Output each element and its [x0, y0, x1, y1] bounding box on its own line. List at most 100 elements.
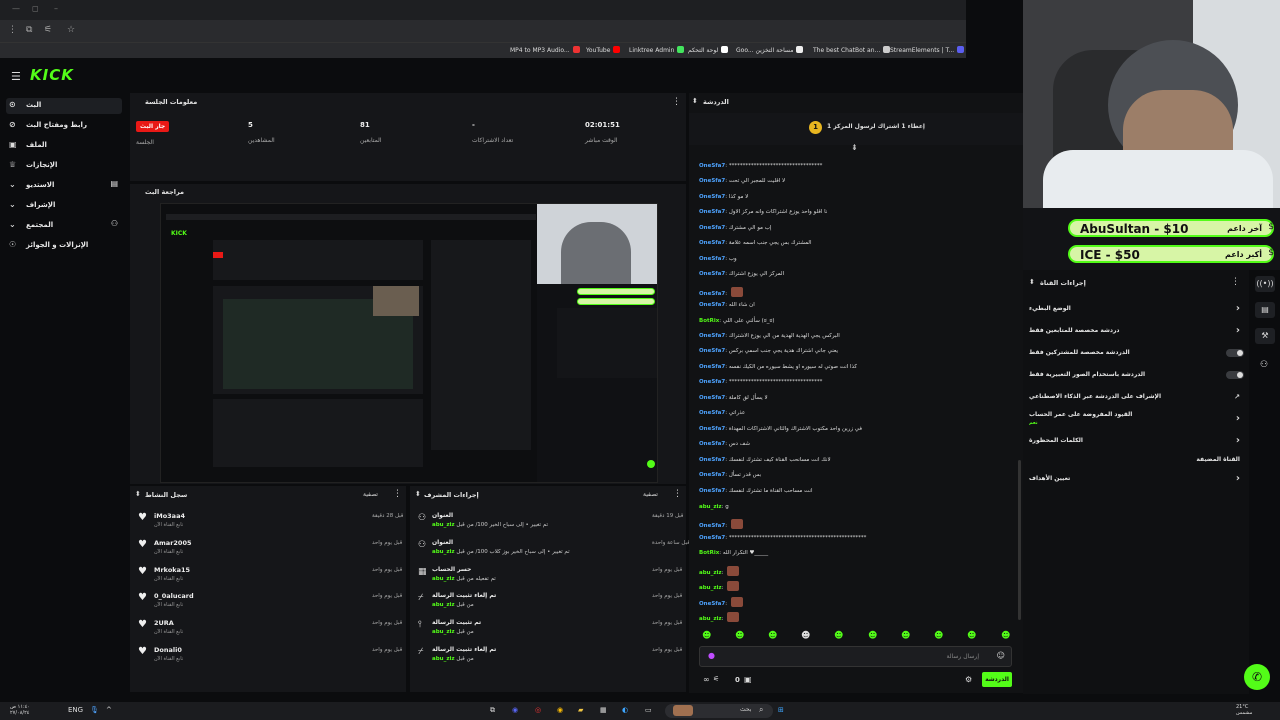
drag-handle-icon[interactable]: ⬍ [1029, 278, 1035, 286]
bookmark-item[interactable]: Goo... مساحة التخزين [736, 46, 804, 54]
sidebar-item-moderation[interactable]: ⌄ الإشراف [6, 198, 122, 214]
chat-username[interactable]: BotRix [699, 318, 719, 324]
chat-username[interactable]: BotRix [699, 550, 719, 556]
ai-moderation-row[interactable]: الإشراف على الدردشة عبر الذكاء الاصطناعي… [1029, 392, 1244, 404]
emote-icon[interactable]: ☻ [702, 631, 711, 641]
chat-username[interactable]: OneSfa7 [699, 194, 725, 200]
sidebar-item-stream[interactable]: ⊙ البث [6, 98, 122, 114]
chat-username[interactable]: OneSfa7 [699, 209, 725, 215]
star-icon[interactable]: ☆ [67, 25, 75, 35]
sidebar-item-community[interactable]: ⌄ المجتمع ⚇ [6, 218, 122, 234]
drag-handle-icon[interactable]: ⬍ [135, 490, 141, 498]
restore-window-icon[interactable]: ◻ [32, 4, 39, 13]
subscribers-only-row[interactable]: الدردشة مخصصة للمشتركين فقط [1029, 348, 1244, 360]
edge-icon[interactable]: ◐ [622, 706, 628, 714]
slow-mode-row[interactable]: الوضع البطيء › [1029, 303, 1244, 316]
emote-icon[interactable]: ☻ [967, 631, 976, 641]
chat-username[interactable]: OneSfa7 [699, 395, 725, 401]
extensions-icon[interactable]: ⧉ [26, 25, 32, 35]
chat-username[interactable]: OneSfa7 [699, 240, 725, 246]
set-goals-row[interactable]: تعيين الأهداف › [1029, 473, 1244, 486]
chat-username[interactable]: OneSfa7 [699, 348, 725, 354]
chat-username[interactable]: abu_ziz [699, 585, 722, 591]
subscribers-only-toggle[interactable] [1226, 349, 1244, 357]
chat-username[interactable]: OneSfa7 [699, 488, 725, 494]
filter-icon[interactable]: ⚟ [44, 25, 52, 35]
minimize-window-icon[interactable]: – [54, 4, 58, 13]
more-options-icon[interactable]: ⋮ [1231, 277, 1240, 287]
chat-username[interactable]: OneSfa7 [699, 364, 725, 370]
emote-icon[interactable]: ☻ [868, 631, 877, 641]
chat-username[interactable]: OneSfa7 [699, 523, 725, 529]
more-options-icon[interactable]: ⋮ [393, 489, 402, 499]
chat-username[interactable]: abu_ziz [699, 504, 722, 510]
account-age-row[interactable]: القيود المفروضة على عمر الحساب نعم › [1029, 410, 1244, 430]
chat-username[interactable]: OneSfa7 [699, 225, 725, 231]
chat-username[interactable]: OneSfa7 [699, 291, 725, 297]
emoji-icon[interactable]: ☺ [997, 651, 1005, 660]
send-chat-button[interactable]: الدردشة [982, 672, 1012, 687]
taskbar-search[interactable]: بحث ⌕ [665, 704, 773, 718]
bookmark-item[interactable]: MP4 to MP3 Audio... [510, 46, 580, 54]
sidebar-item-studio[interactable]: ⌄ الاستديو ▤ [6, 178, 122, 194]
more-options-icon[interactable]: ⋮ [672, 97, 681, 107]
emote-icon[interactable]: ☻ [834, 631, 843, 641]
menu-dots-icon[interactable]: ⋮ [8, 25, 17, 35]
close-window-icon[interactable]: — [12, 4, 20, 13]
chat-username[interactable]: abu_ziz [699, 616, 722, 622]
store-icon[interactable]: ▦ [600, 706, 607, 714]
chat-username[interactable]: OneSfa7 [699, 426, 725, 432]
hamburger-menu-icon[interactable]: ☰ [11, 70, 21, 83]
stream-preview-video[interactable]: KICK [160, 203, 658, 483]
kick-logo[interactable]: KICK [30, 66, 74, 84]
gift-icon[interactable]: ▣ [744, 675, 752, 684]
chat-username[interactable]: OneSfa7 [699, 441, 725, 447]
discord-icon[interactable]: ◉ [512, 706, 518, 714]
followers-only-row[interactable]: دردشة مخصصة للمتابعين فقط › [1029, 325, 1244, 338]
chat-username[interactable]: OneSfa7 [699, 256, 725, 262]
chevron-up-icon[interactable]: ^ [106, 706, 112, 714]
settings-gear-icon[interactable]: ⚙ [965, 675, 972, 684]
share-icon[interactable]: ⚟ [713, 675, 719, 683]
chat-username[interactable]: OneSfa7 [699, 302, 725, 308]
chrome-icon[interactable]: ◉ [557, 706, 563, 714]
drag-handle-icon[interactable]: ⬍ [415, 490, 421, 498]
chat-username[interactable]: OneSfa7 [699, 601, 725, 607]
activity-filter-button[interactable]: تصفية [363, 491, 378, 498]
address-bar[interactable]: ⋮ ⧉ ⚟ ☆ [0, 20, 966, 42]
chat-username[interactable]: OneSfa7 [699, 271, 725, 277]
emotes-only-row[interactable]: الدردشة باستخدام الصور التعبيرية فقط [1029, 370, 1244, 382]
chat-username[interactable]: OneSfa7 [699, 535, 725, 541]
chat-username[interactable]: OneSfa7 [699, 163, 725, 169]
emote-icon[interactable]: ☻ [735, 631, 744, 641]
broadcast-icon[interactable]: ((•)) [1255, 276, 1275, 292]
panel-icon[interactable]: ▤ [1255, 302, 1275, 318]
drag-handle-icon[interactable]: ⬍ [692, 97, 698, 105]
pinned-message[interactable]: 1 إعطاء 1 اشتراك لرسول المركز 1 [689, 113, 1023, 145]
more-options-icon[interactable]: ⋮ [673, 489, 682, 499]
emote-icon[interactable]: ☻ [801, 631, 810, 641]
chat-username[interactable]: OneSfa7 [699, 410, 725, 416]
sidebar-item-achievements[interactable]: ♕ الإنجازات [6, 158, 122, 174]
chat-username[interactable]: OneSfa7 [699, 379, 725, 385]
bookmark-item[interactable]: لوحة التحكم [688, 46, 729, 54]
banned-words-row[interactable]: الكلمات المحظورة › [1029, 435, 1244, 448]
community-icon[interactable]: ⚇ [1260, 360, 1268, 370]
chat-username[interactable]: OneSfa7 [699, 178, 725, 184]
emote-icon[interactable]: ☻ [934, 631, 943, 641]
emote-icon[interactable]: ☻ [768, 631, 777, 641]
emotes-only-toggle[interactable] [1226, 371, 1244, 379]
wrench-icon[interactable]: ⚒ [1255, 328, 1275, 344]
sidebar-item-profile[interactable]: ▣ الملف [6, 138, 122, 154]
folder-icon[interactable]: ▰ [578, 706, 583, 714]
chat-username[interactable]: OneSfa7 [699, 457, 725, 463]
windows-start-icon[interactable]: ⊞ [778, 706, 784, 714]
emote-icon[interactable]: ☻ [901, 631, 910, 641]
chat-username[interactable]: OneSfa7 [699, 472, 725, 478]
bookmark-item[interactable]: Linktree Admin [629, 46, 685, 54]
collapse-icon[interactable]: ⇟ [851, 143, 858, 152]
chat-input[interactable]: ● إرسال رسالة ☺ [699, 646, 1012, 667]
app-icon[interactable]: ▭ [645, 706, 652, 714]
taskview-icon[interactable]: ⧉ [490, 706, 495, 715]
app-icon[interactable]: ◎ [535, 706, 541, 714]
